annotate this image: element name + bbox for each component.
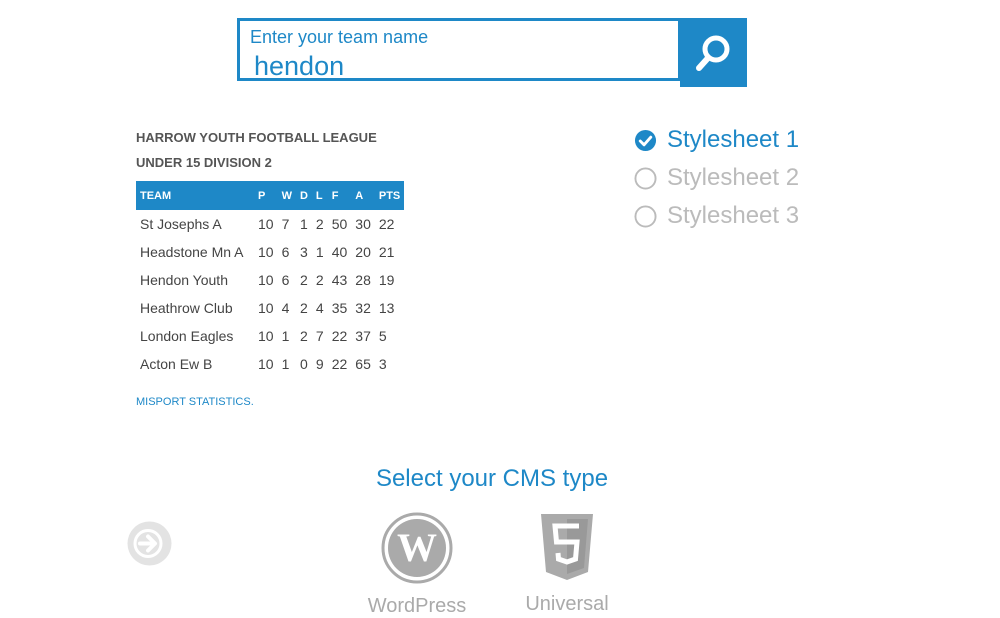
cms-option-wordpress[interactable]: W WordPress bbox=[347, 512, 487, 618]
stat-cell: 3 bbox=[299, 244, 308, 260]
misport-statistics-link[interactable]: MISPORT STATISTICS. bbox=[136, 396, 254, 408]
column-header: PTS bbox=[374, 181, 405, 210]
html5-icon bbox=[541, 514, 593, 580]
cms-label: WordPress bbox=[367, 595, 467, 617]
stylesheet-label: Stylesheet 2 bbox=[667, 164, 800, 191]
cms-option-universal[interactable]: Universal bbox=[497, 512, 637, 616]
stat-cell: 22 bbox=[331, 356, 348, 372]
table-row: London Eagles 10 1 2 7 22 37 5 bbox=[136, 322, 404, 350]
team-search-field[interactable]: Enter your team name hendon bbox=[237, 18, 681, 81]
column-header: A bbox=[351, 181, 375, 210]
stat-cell: 40 bbox=[331, 244, 348, 260]
column-header: L bbox=[311, 181, 328, 210]
league-table: TEAM P W D L F A PTS St Josephs A 10 7 1… bbox=[136, 181, 405, 378]
stat-cell: 6 bbox=[281, 244, 290, 260]
table-row: Heathrow Club 10 4 2 4 35 32 13 bbox=[136, 294, 404, 322]
column-header: W bbox=[277, 181, 296, 210]
stat-cell: 0 bbox=[299, 356, 308, 372]
stat-cell: 1 bbox=[315, 244, 324, 260]
team-cell: St Josephs A bbox=[140, 216, 222, 232]
column-header: TEAM bbox=[136, 181, 254, 210]
table-row: St Josephs A 10 7 1 2 50 30 22 bbox=[136, 210, 404, 238]
next-arrow-button[interactable] bbox=[127, 521, 172, 566]
svg-text:W: W bbox=[397, 525, 437, 570]
stat-cell: 10 bbox=[258, 300, 274, 316]
team-cell: Heathrow Club bbox=[140, 300, 233, 316]
stylesheet-option-3[interactable]: Stylesheet 3 bbox=[634, 202, 799, 230]
stat-cell: 43 bbox=[331, 272, 348, 288]
unchecked-radio-icon bbox=[634, 204, 657, 228]
stat-cell: 2 bbox=[299, 300, 308, 316]
cms-label: Universal bbox=[525, 593, 609, 615]
table-row: Hendon Youth 10 6 2 2 43 28 19 bbox=[136, 266, 404, 294]
stat-cell: 30 bbox=[355, 216, 371, 232]
stat-cell: 10 bbox=[258, 328, 274, 344]
stat-cell: 50 bbox=[331, 216, 348, 232]
stat-cell: 5 bbox=[378, 328, 387, 344]
column-header: D bbox=[295, 181, 312, 210]
table-header-row: TEAM P W D L F A PTS bbox=[136, 181, 405, 210]
stat-cell: 22 bbox=[331, 328, 348, 344]
stat-cell: 7 bbox=[281, 216, 290, 232]
cms-heading: Select your CMS type bbox=[375, 465, 609, 492]
stat-cell: 65 bbox=[355, 356, 371, 372]
search-icon bbox=[695, 35, 729, 71]
stat-cell: 4 bbox=[315, 300, 324, 316]
stat-cell: 6 bbox=[281, 272, 290, 288]
stat-cell: 2 bbox=[299, 328, 308, 344]
team-cell: London Eagles bbox=[140, 328, 234, 344]
table-row: Acton Ew B 10 1 0 9 22 65 3 bbox=[136, 350, 404, 378]
column-header: F bbox=[327, 181, 352, 210]
league-division: UNDER 15 DIVISION 2 bbox=[136, 155, 272, 170]
stat-cell: 37 bbox=[355, 328, 371, 344]
stat-cell: 13 bbox=[378, 300, 395, 316]
stat-cell: 3 bbox=[378, 356, 387, 372]
stat-cell: 32 bbox=[355, 300, 371, 316]
team-cell: Headstone Mn A bbox=[140, 244, 244, 260]
team-cell: Hendon Youth bbox=[140, 272, 228, 288]
stat-cell: 2 bbox=[315, 216, 324, 232]
stat-cell: 7 bbox=[315, 328, 324, 344]
checked-radio-icon bbox=[634, 129, 657, 151]
stat-cell: 1 bbox=[281, 356, 290, 372]
stylesheet-label: Stylesheet 1 bbox=[667, 126, 800, 153]
stat-cell: 28 bbox=[355, 272, 371, 288]
stat-cell: 9 bbox=[315, 356, 324, 372]
stat-cell: 10 bbox=[258, 244, 274, 260]
stat-cell: 1 bbox=[299, 216, 308, 232]
stat-cell: 2 bbox=[299, 272, 308, 288]
stylesheet-label: Stylesheet 3 bbox=[667, 202, 800, 229]
stylesheet-option-2[interactable]: Stylesheet 2 bbox=[634, 164, 799, 192]
stat-cell: 1 bbox=[281, 328, 290, 344]
stat-cell: 21 bbox=[378, 244, 395, 260]
stat-cell: 10 bbox=[258, 356, 274, 372]
stat-cell: 2 bbox=[315, 272, 324, 288]
stat-cell: 10 bbox=[258, 272, 274, 288]
stat-cell: 10 bbox=[258, 216, 274, 232]
wordpress-icon: W bbox=[381, 512, 453, 584]
stat-cell: 4 bbox=[281, 300, 290, 316]
arrow-right-circle-icon bbox=[127, 521, 172, 566]
table-row: Headstone Mn A 10 6 3 1 40 20 21 bbox=[136, 238, 404, 266]
league-name: HARROW YOUTH FOOTBALL LEAGUE bbox=[136, 130, 377, 145]
stylesheet-option-1[interactable]: Stylesheet 1 bbox=[634, 126, 799, 154]
stat-cell: 22 bbox=[378, 216, 395, 232]
column-header: P bbox=[254, 181, 278, 210]
search-label: Enter your team name bbox=[250, 27, 429, 47]
stat-cell: 19 bbox=[378, 272, 395, 288]
team-cell: Acton Ew B bbox=[140, 356, 213, 372]
stat-cell: 35 bbox=[331, 300, 348, 316]
stat-cell: 20 bbox=[355, 244, 371, 260]
search-input[interactable]: hendon bbox=[254, 51, 344, 82]
search-button[interactable] bbox=[680, 18, 747, 87]
unchecked-radio-icon bbox=[634, 166, 657, 190]
